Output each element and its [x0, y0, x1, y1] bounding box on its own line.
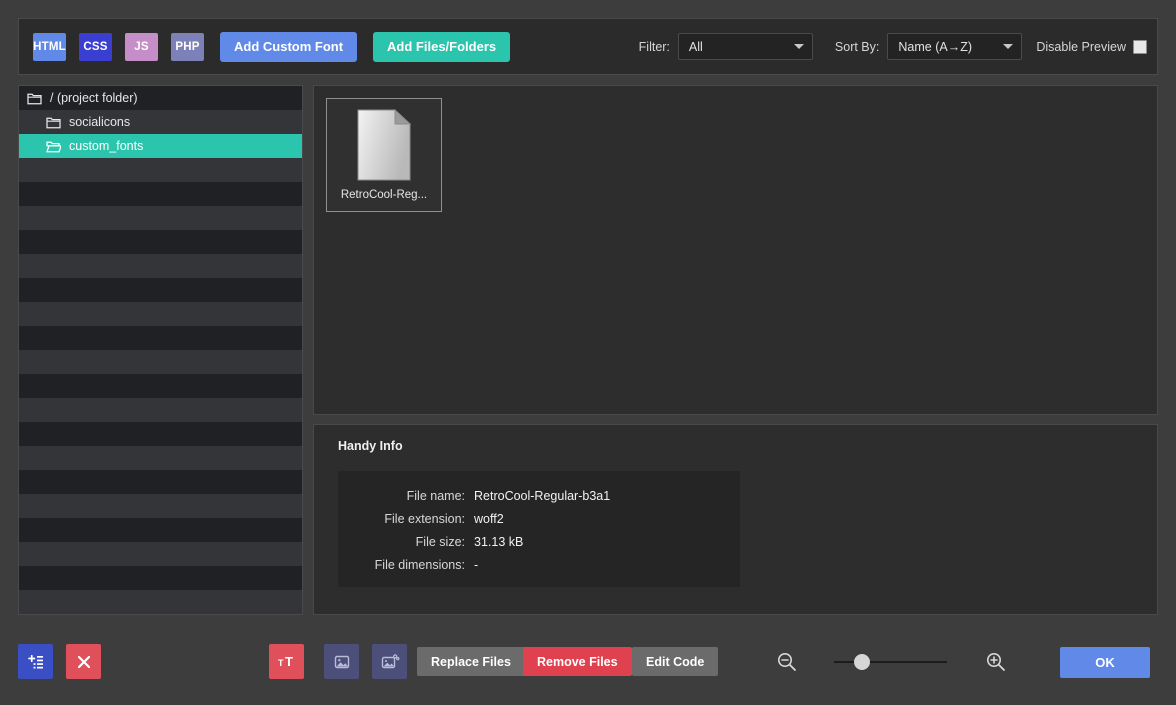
remove-files-button[interactable]: Remove Files — [523, 647, 632, 676]
zoom-out-icon[interactable] — [775, 650, 799, 674]
folder-closed-icon — [46, 116, 61, 129]
file-details-box: File name: RetroCool-Regular-b3a1 File ext… — [338, 471, 740, 587]
bottom-toolbar: T T Replace Files Remove Files Edit Code… — [0, 632, 1176, 705]
info-row: File dimensions: - — [338, 558, 740, 581]
tree-empty-row — [19, 518, 302, 542]
zoom-slider-track[interactable] — [834, 661, 947, 663]
top-toolbar: HTML CSS JS PHP Add Custom Font Add File… — [18, 18, 1158, 75]
add-custom-font-button[interactable]: Add Custom Font — [220, 31, 358, 62]
info-row-key: File name: — [406, 489, 465, 503]
tree-empty-row — [19, 254, 302, 278]
image-sparkle-icon — [381, 653, 399, 668]
file-tile[interactable]: RetroCool-Reg... — [326, 98, 442, 212]
image-tool-button[interactable] — [324, 644, 359, 679]
tree-empty-row — [19, 374, 302, 398]
add-list-icon — [27, 654, 43, 668]
info-row-value: 31.13 kB — [474, 535, 524, 549]
tree-empty-row — [19, 542, 302, 566]
tree-empty-row — [19, 470, 302, 494]
tree-item-socialicons[interactable]: socialicons — [19, 110, 302, 134]
tree-item-custom-fonts[interactable]: custom_fonts — [19, 134, 302, 158]
css-tag-button[interactable]: CSS — [79, 32, 112, 61]
tree-empty-row — [19, 206, 302, 230]
tree-item-project-folder[interactable]: / (project folder) — [19, 86, 302, 110]
tree-empty-row — [19, 566, 302, 590]
add-files-icon-button[interactable] — [18, 644, 53, 679]
folder-closed-icon — [46, 117, 61, 128]
info-row-value: - — [474, 558, 479, 572]
php-tag-button[interactable]: PHP — [171, 32, 204, 61]
tree-empty-row — [19, 350, 302, 374]
tree-item-content: / (project folder) — [19, 91, 138, 105]
file-manager-dialog: HTML CSS JS PHP Add Custom Font Add File… — [0, 0, 1176, 705]
tree-empty-row — [19, 422, 302, 446]
add-files-folders-button[interactable]: Add Files/Folders — [373, 31, 511, 62]
filter-select[interactable]: All — [677, 33, 813, 60]
filter-label: Filter: — [638, 39, 670, 54]
tree-empty-row — [19, 182, 302, 206]
filter-value: All — [688, 39, 703, 54]
folder-closed-icon — [27, 93, 42, 104]
file-tile-label: RetroCool-Reg... — [340, 189, 428, 201]
tree-item-content: socialicons — [19, 115, 130, 129]
svg-text:T: T — [278, 658, 284, 668]
tree-empty-row — [19, 326, 302, 350]
tree-item-content: custom_fonts — [19, 139, 143, 153]
image-icon — [334, 655, 349, 668]
font-size-icon: T T — [278, 654, 293, 669]
info-row: File extension: woff2 — [338, 512, 740, 535]
sort-by-value: Name (A→Z) — [898, 39, 972, 54]
chevron-down-icon — [1003, 44, 1014, 49]
zoom-in-icon[interactable] — [984, 650, 1008, 674]
tree-empty-row — [19, 494, 302, 518]
folder-open-icon — [46, 140, 62, 153]
tree-item-label: custom_fonts — [69, 139, 144, 153]
folder-closed-icon — [27, 92, 42, 105]
svg-text:T: T — [285, 654, 293, 669]
info-row-value: woff2 — [474, 512, 504, 526]
tree-item-label: socialicons — [69, 115, 131, 129]
html-tag-button[interactable]: HTML — [33, 32, 66, 61]
disable-preview-label: Disable Preview — [1036, 39, 1126, 54]
tree-empty-row — [19, 302, 302, 326]
info-row: File size: 31.13 kB — [338, 535, 740, 558]
document-icon — [355, 108, 413, 182]
info-row: File name: RetroCool-Regular-b3a1 — [338, 489, 740, 512]
handy-info-panel: Handy Info File name: RetroCool-Regular-b… — [313, 424, 1158, 615]
toolbar-right-controls: Filter: All Sort By: Name (A→Z) Disable … — [639, 33, 1157, 60]
js-tag-button[interactable]: JS — [125, 32, 158, 61]
disable-preview-checkbox[interactable] — [1133, 39, 1147, 54]
delete-button[interactable] — [66, 644, 101, 679]
tree-empty-row — [19, 446, 302, 470]
tree-empty-row — [19, 230, 302, 254]
tree-empty-row — [19, 398, 302, 422]
info-row-value: RetroCool-Regular-b3a1 — [474, 489, 611, 503]
sort-by-select[interactable]: Name (A→Z) — [887, 33, 1023, 60]
info-row-key: File size: — [415, 535, 465, 549]
folder-tree-sidebar[interactable]: / (project folder) socialicons custom_font… — [18, 85, 303, 615]
zoom-slider-handle[interactable] — [854, 654, 870, 670]
close-icon — [77, 655, 90, 668]
tree-empty-row — [19, 158, 302, 182]
file-preview-panel: RetroCool-Reg... — [313, 85, 1158, 415]
info-row-key: File dimensions: — [374, 558, 465, 572]
folder-open-icon — [46, 141, 62, 152]
edit-code-button[interactable]: Edit Code — [632, 647, 719, 676]
tree-item-label: / (project folder) — [50, 91, 138, 105]
info-row-key: File extension: — [384, 512, 465, 526]
tree-empty-row — [19, 278, 302, 302]
tree-empty-row — [19, 590, 302, 614]
text-tool-button[interactable]: T T — [269, 644, 304, 679]
sort-by-label: Sort By: — [834, 39, 880, 54]
handy-info-title: Handy Info — [338, 439, 403, 453]
image-effects-tool-button[interactable] — [372, 644, 407, 679]
replace-files-button[interactable]: Replace Files — [417, 647, 525, 676]
chevron-down-icon — [793, 44, 804, 49]
ok-button[interactable]: OK — [1060, 647, 1150, 678]
